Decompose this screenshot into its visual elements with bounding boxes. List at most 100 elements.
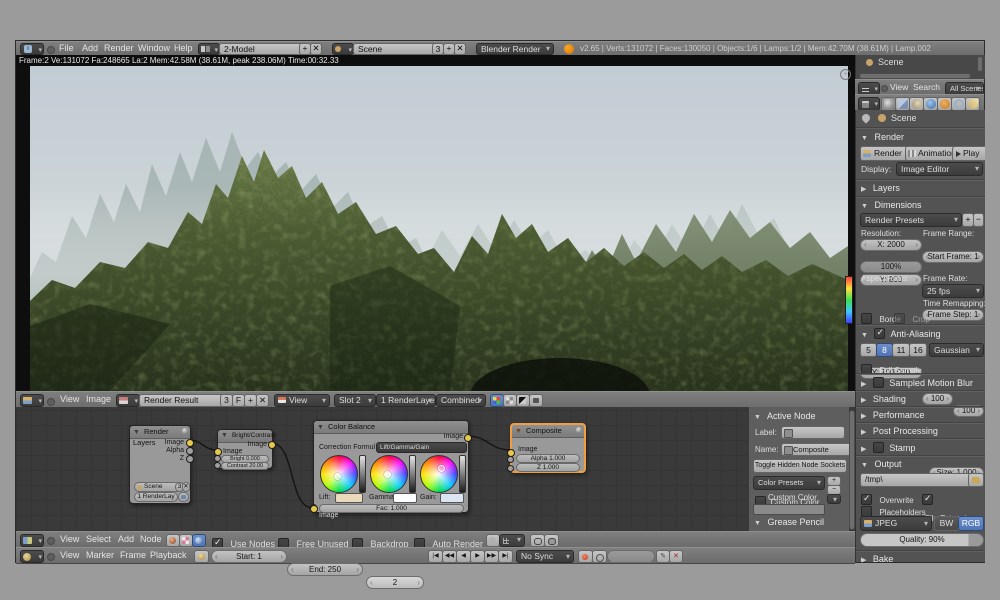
editor-type-button[interactable]: i <box>20 43 44 55</box>
motion-blur-panel-header[interactable]: Sampled Motion Blur <box>861 377 973 388</box>
header-collapse-dot[interactable] <box>47 46 55 54</box>
resolution-percent-slider[interactable]: 100% <box>860 261 922 273</box>
header-collapse-dot[interactable] <box>881 85 888 92</box>
aa-samples-16[interactable]: 16 <box>909 343 927 357</box>
draw-single-layer-button[interactable] <box>529 394 543 407</box>
output-path-browse-button[interactable] <box>968 473 984 487</box>
paste-node-group-button[interactable] <box>544 534 559 547</box>
render-slot-dropdown[interactable]: Slot 2 <box>334 394 376 407</box>
header-collapse-dot[interactable] <box>47 553 55 561</box>
color-presets-dropdown[interactable]: Color Presets <box>753 476 825 490</box>
image-unlink-button[interactable]: ✕ <box>256 394 269 407</box>
draw-alpha-button[interactable] <box>503 394 517 407</box>
play-render-button[interactable]: Play <box>952 146 985 161</box>
bc-socket-image-out[interactable] <box>268 441 276 449</box>
aa-samples-5[interactable]: 5 <box>860 343 877 357</box>
quality-slider[interactable]: Quality: 90% <box>860 533 984 547</box>
tab-render-layers[interactable] <box>895 97 910 111</box>
region-expand-icon[interactable]: + <box>840 69 851 80</box>
preset-remove-button[interactable]: − <box>973 213 984 227</box>
menu-file[interactable]: File <box>59 41 74 56</box>
frame-step-field[interactable]: Frame Step: 1 <box>922 309 984 321</box>
tree-type-compositing-button[interactable] <box>192 534 206 547</box>
menu-window[interactable]: Window <box>138 41 170 56</box>
active-node-panel-header[interactable]: Active Node <box>754 411 815 421</box>
copy-node-group-button[interactable] <box>530 534 545 547</box>
menu-render[interactable]: Render <box>104 41 134 56</box>
cb-lift-swatch[interactable] <box>335 493 363 503</box>
cb-gamma-slider[interactable] <box>409 455 416 493</box>
jump-to-start-button[interactable]: |◀ <box>428 550 443 563</box>
prev-keyframe-button[interactable]: ◀◀ <box>442 550 457 563</box>
layers-panel-header[interactable]: Layers <box>861 183 900 193</box>
timeline-menu-playback[interactable]: Playback <box>150 548 187 563</box>
delete-keyframe-button[interactable]: ✕ <box>669 550 683 563</box>
render-engine-dropdown[interactable]: Blender Render <box>476 43 554 55</box>
layout-delete-button[interactable]: ✕ <box>310 43 322 55</box>
snap-mode-dropdown[interactable] <box>499 534 525 547</box>
image-menu-image[interactable]: Image <box>86 392 111 407</box>
node-composite[interactable]: Composite Image Alpha 1.000 Z 1.000 <box>510 423 586 473</box>
output-path-field[interactable]: /tmp\ <box>860 473 972 487</box>
node-name-field[interactable]: Composite <box>781 443 855 456</box>
screen-layout-field[interactable]: 2-Model <box>219 43 303 55</box>
render-presets-dropdown[interactable]: Render Presets <box>860 213 962 227</box>
cb-gain-cursor[interactable] <box>438 465 445 472</box>
aa-samples-11[interactable]: 11 <box>892 343 910 357</box>
composite-alpha-field[interactable]: Alpha 1.000 <box>516 454 580 463</box>
full-sample-row[interactable]: Full Sample <box>861 360 922 378</box>
image-datablock-browse[interactable] <box>116 394 140 407</box>
stamp-checkbox[interactable] <box>873 442 884 453</box>
play-reverse-button[interactable]: ◀ <box>456 550 471 563</box>
shading-panel-header[interactable]: Shading <box>861 394 906 404</box>
end-frame-field[interactable]: End: 250 <box>287 563 363 576</box>
fps-dropdown[interactable]: 25 fps <box>922 284 984 298</box>
breadcrumb[interactable]: Scene <box>891 113 917 123</box>
cb-gamma-cursor[interactable] <box>384 471 391 478</box>
start-frame-field[interactable]: Start: 1 <box>211 550 287 563</box>
tab-render[interactable] <box>881 97 896 111</box>
preset-menu-button[interactable] <box>827 494 841 504</box>
cb-lift-cursor[interactable] <box>334 473 341 480</box>
preview-range-button[interactable] <box>194 550 209 563</box>
node-editor-canvas[interactable]: Render Layers Image Alpha Z Scene 3 ✕ 1 … <box>16 407 855 531</box>
node-menu-view[interactable]: View <box>60 532 79 547</box>
menu-add[interactable]: Add <box>82 41 98 56</box>
cb-socket-image-in[interactable] <box>310 505 318 513</box>
bc-socket-contrast[interactable] <box>214 462 221 469</box>
socket-alpha-out[interactable] <box>186 447 194 455</box>
scene-delete-button[interactable]: ✕ <box>454 43 466 55</box>
bake-panel-header[interactable]: Bake <box>861 554 893 562</box>
node-menu-add[interactable]: Add <box>118 532 134 547</box>
keying-set-field[interactable] <box>607 550 655 563</box>
current-frame-field[interactable]: 2 <box>366 576 424 589</box>
timeline-menu-frame[interactable]: Frame <box>120 548 146 563</box>
bc-socket-bright[interactable] <box>214 455 221 462</box>
node-bright-contrast[interactable]: Bright/Contrast Image Image Bright 0.000… <box>217 429 273 469</box>
node-render-layers[interactable]: Render Layers Image Alpha Z Scene 3 ✕ 1 … <box>129 425 191 504</box>
grease-pencil-panel-header[interactable]: Grease Pencil <box>754 517 824 527</box>
draw-rgb-button[interactable] <box>490 394 504 407</box>
image-editor-type-button[interactable] <box>20 394 44 407</box>
rl-scene-unlink[interactable]: ✕ <box>182 482 190 492</box>
render-panel-header[interactable]: Render <box>861 132 904 142</box>
node-menu-node[interactable]: Node <box>140 532 162 547</box>
resolution-x-field[interactable]: X: 2000 <box>860 239 922 251</box>
timeline-menu-view[interactable]: View <box>60 548 79 563</box>
image-editor-canvas[interactable]: + <box>16 66 855 391</box>
tab-scene[interactable] <box>909 97 924 111</box>
outliner-v-scrollbar[interactable] <box>977 56 983 72</box>
sync-mode-dropdown[interactable]: No Sync <box>516 550 574 563</box>
tree-type-shader-button[interactable] <box>166 534 180 547</box>
tab-constraints[interactable] <box>951 97 966 111</box>
node-color-balance[interactable]: Color Balance Image Correction Formul Li… <box>313 420 469 513</box>
rl-render-button[interactable] <box>178 492 189 502</box>
node-label-field[interactable] <box>781 426 845 439</box>
color-rgb-button[interactable]: RGB <box>958 516 984 531</box>
next-keyframe-button[interactable]: ▶▶ <box>484 550 499 563</box>
cb-gain-slider[interactable] <box>459 455 466 493</box>
node-editor-type-button[interactable] <box>20 534 44 547</box>
start-frame-prop-field[interactable]: Start Frame: 1 <box>922 251 984 263</box>
composite-z-field[interactable]: Z 1.000 <box>516 463 580 472</box>
node-menu-select[interactable]: Select <box>86 532 111 547</box>
